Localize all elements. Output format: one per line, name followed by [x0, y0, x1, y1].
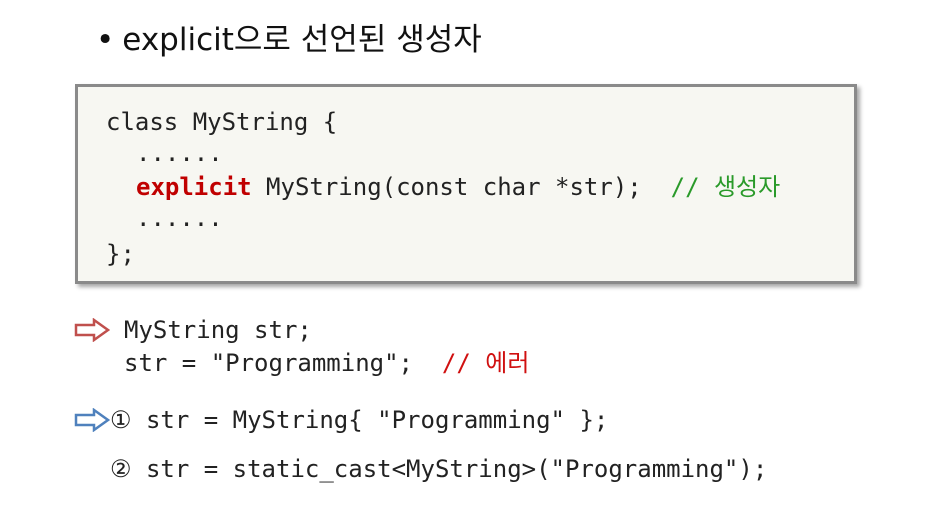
- error-example-line2: str = "Programming"; // 에러: [124, 348, 529, 378]
- error-assignment: str = "Programming";: [124, 349, 442, 377]
- fix-example-1: ① str = MyString{ "Programming" };: [110, 406, 609, 434]
- constructor-comment: // 생성자: [670, 173, 781, 201]
- code-line-constructor: explicit MyString(const char *str); // 생…: [136, 172, 780, 202]
- bullet-point: •: [96, 22, 115, 58]
- code-line-ellipsis-1: ......: [136, 139, 223, 167]
- code-line-class: class MyString {: [106, 108, 338, 136]
- error-example-line1: MyString str;: [124, 316, 312, 344]
- slide-title-text: explicit으로 선언된 생성자: [122, 22, 482, 58]
- blue-outline-arrow-icon: [74, 408, 110, 432]
- code-line-ellipsis-2: ......: [136, 204, 223, 232]
- fix-example-2: ② str = static_cast<MyString>("Programmi…: [110, 455, 768, 483]
- error-comment: // 에러: [441, 349, 530, 377]
- slide-title: • explicit으로 선언된 생성자: [96, 14, 482, 59]
- constructor-signature: MyString(const char *str);: [251, 173, 671, 201]
- explicit-keyword: explicit: [136, 173, 252, 201]
- code-block: class MyString { ...... explicit MyStrin…: [75, 84, 857, 284]
- code-line-close: };: [106, 240, 135, 268]
- red-outline-arrow-icon: [74, 318, 110, 342]
